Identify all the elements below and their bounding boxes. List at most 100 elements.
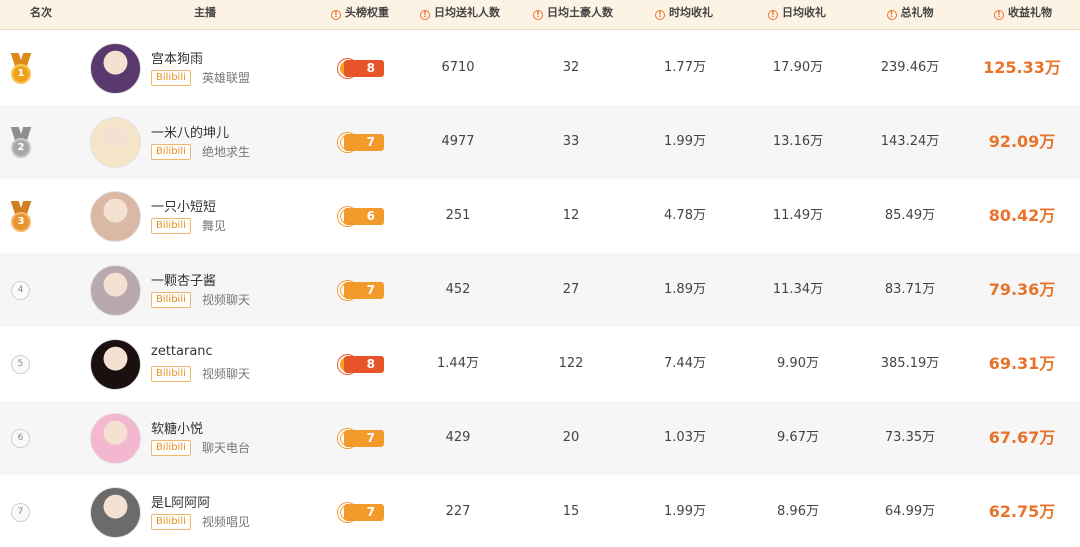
weight-badge: 8 [338,59,384,78]
platform-tag: Bilibili [151,70,191,86]
hourly-income: 1.99万 [664,134,706,149]
weight-value: 8 [344,60,384,77]
daily-rich: 33 [562,134,580,149]
header-total-gifts[interactable]: ! 总礼物 [860,0,960,30]
platform-tag: Bilibili [151,218,191,234]
daily-rich: 122 [558,356,584,371]
revenue-gifts: 69.31万 [988,354,1056,373]
table-row[interactable]: 2 一米八的坤儿 Bilibili 绝地求生 7 4977 33 1.99万 1… [0,105,1080,179]
table-row[interactable]: 4 一颗杏子酱 Bilibili 视频聊天 7 452 27 1.89万 11.… [0,253,1080,327]
anchor-name[interactable]: 一颗杏子酱 [151,270,216,289]
platform-tag: Bilibili [151,144,191,160]
platform-tag: Bilibili [151,366,191,382]
hourly-income: 1.89万 [664,282,706,297]
daily-rich: 12 [562,208,580,223]
daily-givers: 4977 [441,134,475,149]
daily-income: 8.96万 [777,504,819,519]
daily-rich: 15 [562,504,580,519]
header-weight[interactable]: ! 头榜权重 [310,0,410,30]
anchor-category: 英雄联盟 [202,71,251,85]
weight-badge: 7 [338,503,384,522]
weight-value: 7 [344,430,384,447]
info-icon: ! [331,10,341,20]
anchor-name[interactable]: 一米八的坤儿 [151,122,229,141]
table-row[interactable]: 6 软糖小悦 Bilibili 聊天电台 7 429 20 1.03万 9.67… [0,401,1080,475]
anchor-category: 绝地求生 [202,145,251,159]
total-gifts: 143.24万 [880,134,940,149]
platform-tag: Bilibili [151,292,191,308]
header-daily-income[interactable]: ! 日均收礼 [747,0,847,30]
weight-badge: 7 [338,281,384,300]
daily-givers: 6710 [441,60,475,75]
avatar[interactable] [90,191,141,242]
table-row[interactable]: 3 一只小短短 Bilibili 舞见 6 251 12 4.78万 11.49… [0,179,1080,253]
avatar[interactable] [90,117,141,168]
rank-number: 5 [11,355,30,374]
daily-givers: 251 [445,208,471,223]
platform-tag: Bilibili [151,514,191,530]
table-row[interactable]: 7 是L阿阿阿 Bilibili 视频唱见 7 227 15 1.99万 8.9… [0,475,1080,547]
anchor-category: 视频聊天 [202,367,251,381]
revenue-gifts: 79.36万 [988,280,1056,299]
avatar[interactable] [90,487,141,538]
hourly-income: 1.03万 [664,430,706,445]
weight-value: 7 [344,134,384,151]
table-row[interactable]: 1 宫本狗雨 Bilibili 英雄联盟 8 6710 32 1.77万 17.… [0,31,1080,105]
anchor-category: 视频唱见 [202,515,251,529]
daily-rich: 32 [562,60,580,75]
platform-tag: Bilibili [151,440,191,456]
rank-number: 2 [11,138,31,158]
rank-number: 3 [11,212,31,232]
anchor-name[interactable]: 是L阿阿阿 [151,492,210,511]
daily-givers: 452 [445,282,471,297]
header-anchor: 主播 [194,6,216,19]
header-hourly-income[interactable]: ! 时均收礼 [634,0,734,30]
daily-givers: 227 [445,504,471,519]
revenue-gifts: 125.33万 [983,58,1061,77]
hourly-income: 7.44万 [664,356,706,371]
total-gifts: 239.46万 [880,60,940,75]
weight-value: 6 [344,208,384,225]
anchor-name[interactable]: zettaranc [151,344,213,359]
rank-number: 4 [11,281,30,300]
hourly-income: 4.78万 [664,208,706,223]
table-row[interactable]: 5 zettaranc Bilibili 视频聊天 8 1.44万 122 7.… [0,327,1080,401]
info-icon: ! [886,10,897,20]
daily-income: 9.90万 [777,356,819,371]
revenue-gifts: 67.67万 [988,428,1056,447]
info-icon: ! [420,10,430,20]
daily-income: 11.34万 [772,282,824,297]
info-icon: ! [768,10,778,20]
header-daily-givers[interactable]: ! 日均送礼人数 [405,0,515,30]
avatar[interactable] [90,339,141,390]
weight-value: 7 [344,282,384,299]
header-rank: 名次 [30,6,52,19]
weight-badge: 7 [338,429,384,448]
daily-income: 13.16万 [772,134,824,149]
anchor-category: 聊天电台 [202,441,251,455]
weight-value: 7 [344,504,384,521]
avatar[interactable] [90,413,141,464]
daily-income: 9.67万 [777,430,819,445]
anchor-name[interactable]: 软糖小悦 [151,418,203,437]
total-gifts: 385.19万 [880,356,940,371]
total-gifts: 83.71万 [884,282,936,297]
weight-badge: 8 [338,355,384,374]
weight-badge: 6 [338,207,384,226]
rank-medal-icon: 2 [10,127,32,159]
total-gifts: 73.35万 [884,430,936,445]
anchor-name[interactable]: 宫本狗雨 [151,48,203,67]
header-revenue-gifts[interactable]: ! 收益礼物 [972,0,1074,30]
anchor-name[interactable]: 一只小短短 [151,196,216,215]
hourly-income: 1.77万 [664,60,706,75]
rank-number: 1 [11,64,31,84]
header-daily-rich[interactable]: ! 日均土豪人数 [518,0,628,30]
rank-medal-icon: 3 [10,201,32,233]
avatar[interactable] [90,43,141,94]
daily-givers: 429 [445,430,471,445]
avatar[interactable] [90,265,141,316]
info-icon: ! [994,10,1004,20]
total-gifts: 85.49万 [884,208,936,223]
daily-income: 11.49万 [772,208,824,223]
total-gifts: 64.99万 [884,504,936,519]
